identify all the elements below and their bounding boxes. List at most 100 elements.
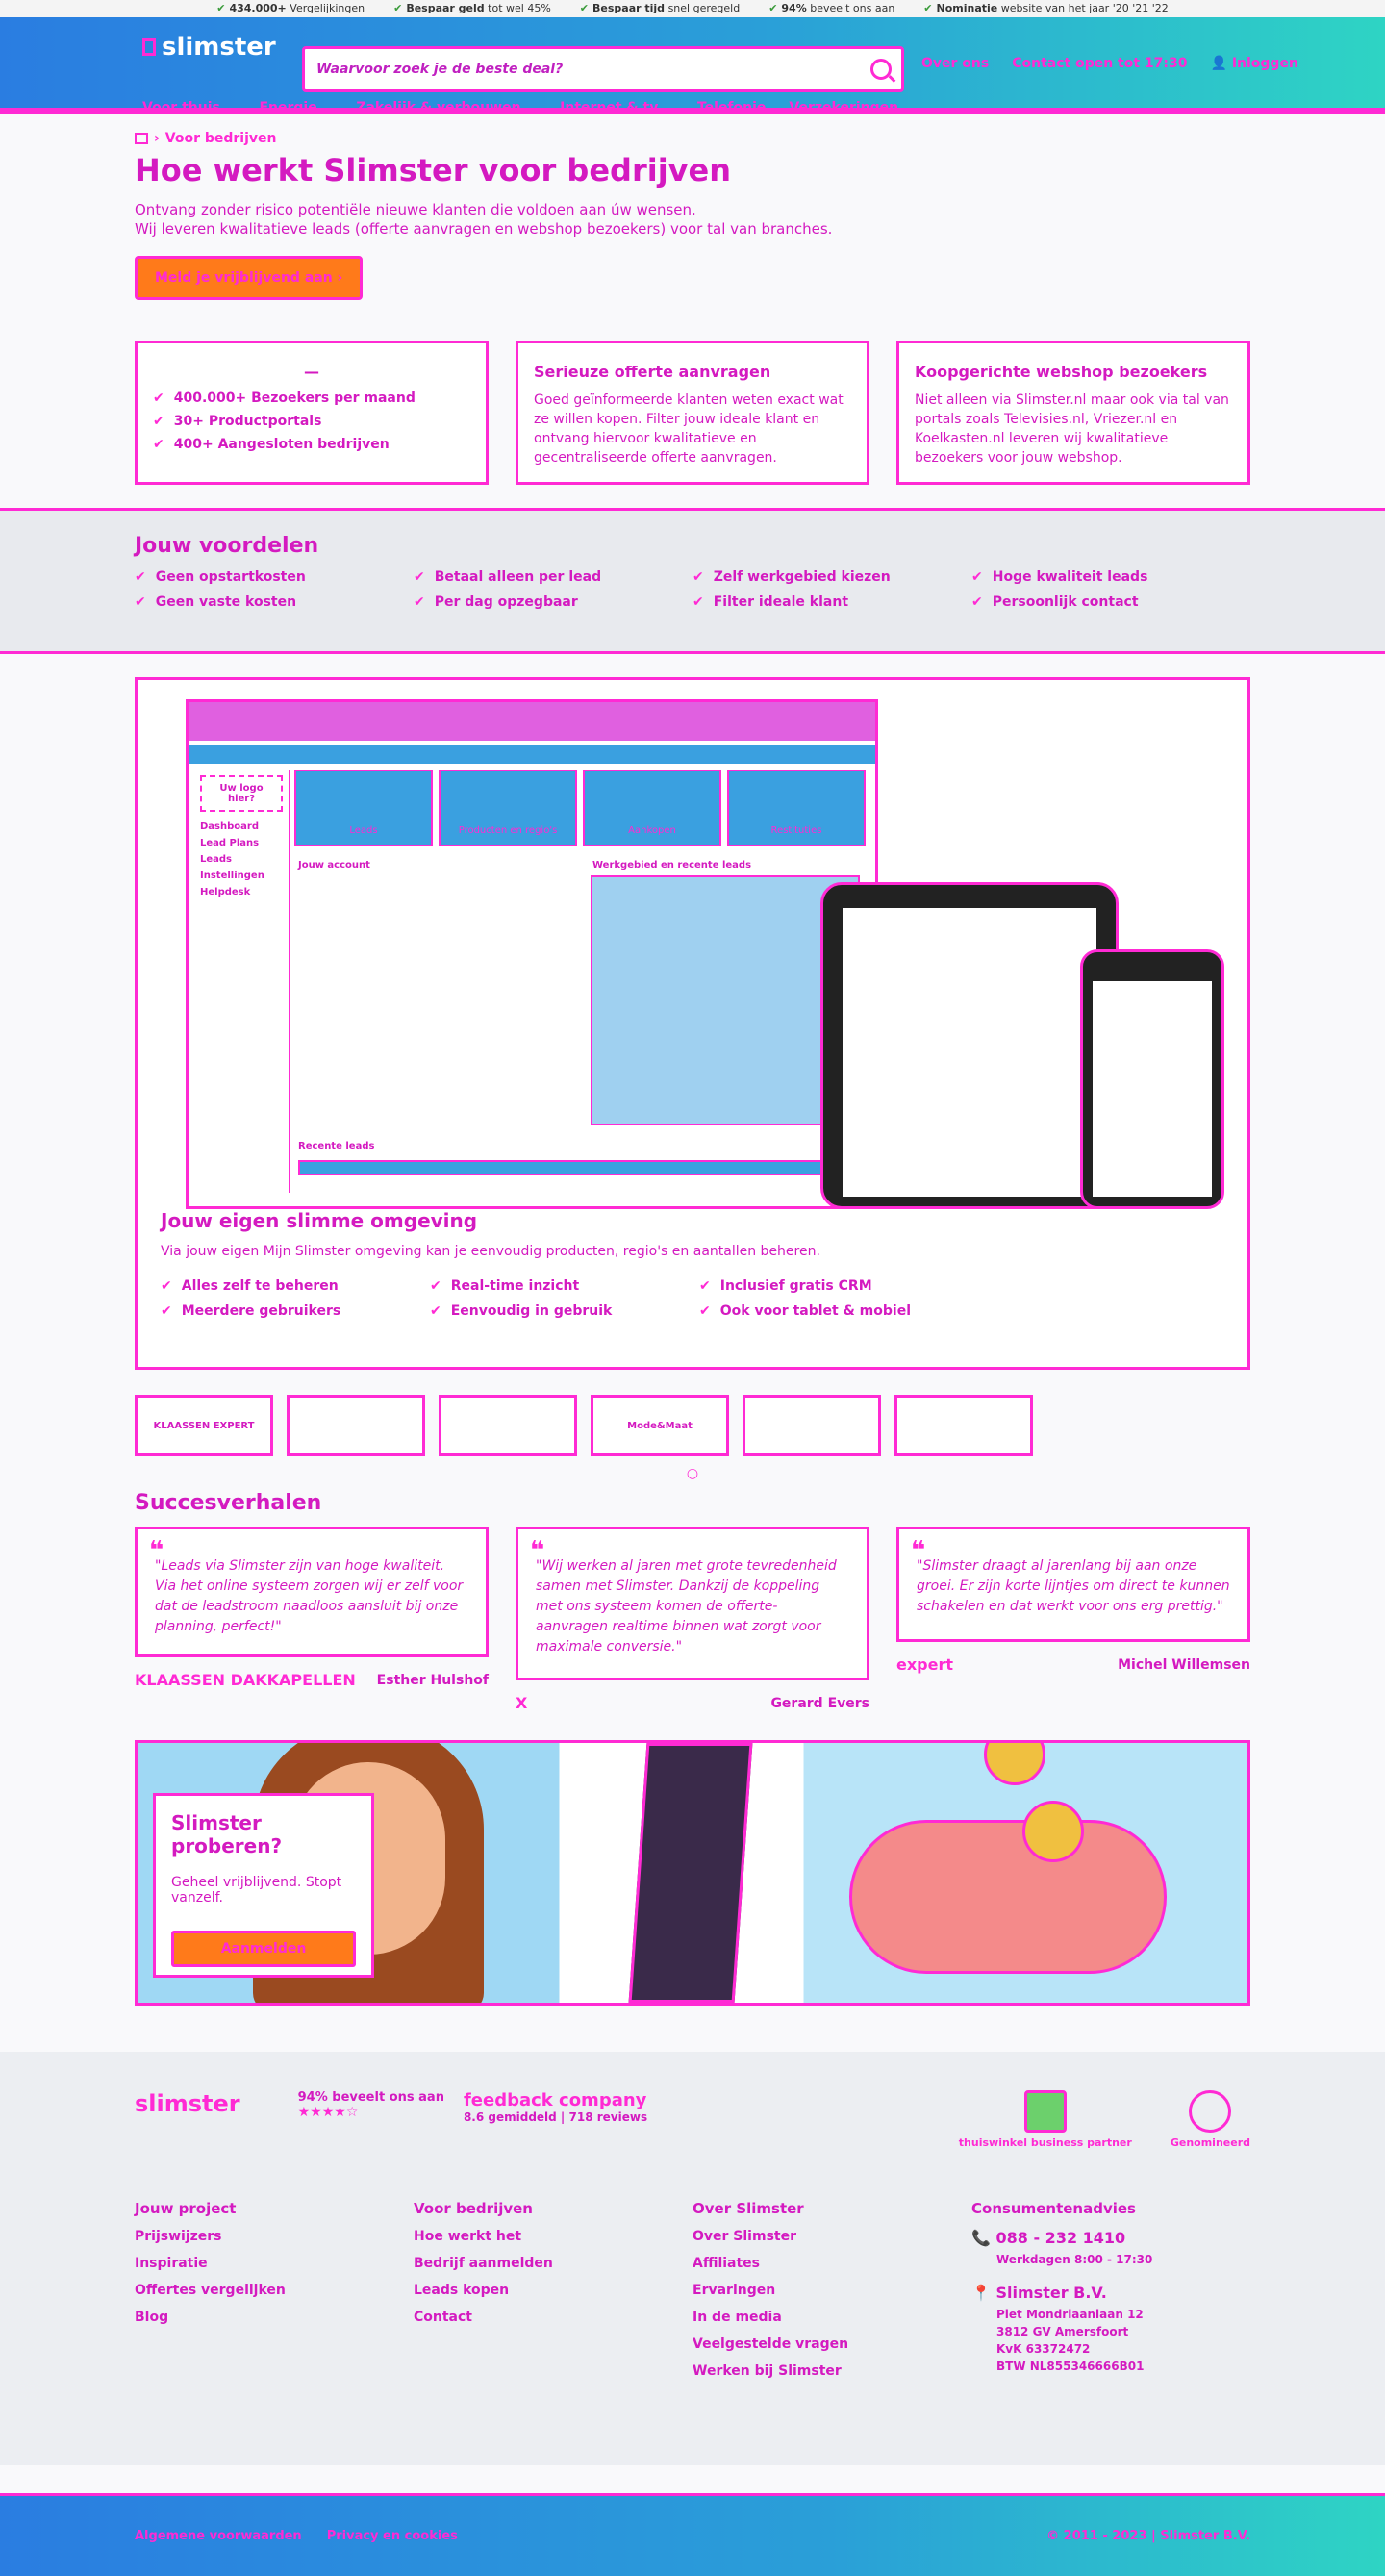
thuiswinkel-icon: [1023, 2090, 1067, 2133]
check-icon: ✔: [923, 2, 933, 14]
benefit-item: Geen vaste kosten: [135, 594, 414, 610]
stat-item: 400.000+ Bezoekers per maand: [153, 391, 470, 406]
tile: Aankopen: [583, 770, 721, 846]
device-mockups: Uw logo hier? Dashboard Lead Plans Leads…: [176, 699, 1234, 1219]
desktop-mockup: Uw logo hier? Dashboard Lead Plans Leads…: [186, 699, 878, 1209]
check-icon: ✔: [768, 2, 778, 14]
logo-placeholder: Uw logo hier?: [200, 775, 283, 812]
story-author: KLAASSEN DAKKAPELLEN Esther Hulshof: [135, 1671, 489, 1689]
check-icon: ✔: [393, 2, 403, 14]
footer-link[interactable]: Prijswijzers: [135, 2229, 414, 2244]
phone-number[interactable]: 📞 088 - 232 1410: [971, 2229, 1250, 2247]
map-image: [591, 875, 860, 1125]
footer-link[interactable]: Werken bij Slimster: [692, 2363, 971, 2379]
footer-link[interactable]: Affiliates: [692, 2256, 971, 2271]
browser-chrome: [189, 702, 875, 741]
env-feature: Ook voor tablet & mobiel: [699, 1303, 969, 1319]
nav-telefonie[interactable]: Telefonie: [697, 100, 766, 115]
partner-logo: [439, 1395, 577, 1456]
benefit-item: Persoonlijk contact: [971, 594, 1250, 610]
app-topbar: [189, 745, 875, 764]
footer-link[interactable]: Inspiratie: [135, 2256, 414, 2271]
footer-link[interactable]: Bedrijf aanmelden: [414, 2256, 692, 2271]
nav-internet[interactable]: Internet & tv ⌄: [560, 100, 674, 115]
usp-item: ✔ 434.000+ Vergelijkingen: [216, 2, 365, 14]
phone-screen: [1093, 981, 1212, 1197]
try-banner: Slimster proberen? Geheel vrijblijvend. …: [135, 1740, 1250, 2006]
breadcrumb: › Voor bedrijven: [135, 131, 1250, 146]
app-sidebar: Uw logo hier? Dashboard Lead Plans Leads…: [194, 770, 290, 1193]
nav-zakelijk[interactable]: Zakelijk & verbouwen ⌄: [356, 100, 537, 115]
search-input[interactable]: [305, 49, 844, 89]
story-card: ❝ "Slimster draagt al jarenlang bij aan …: [896, 1527, 1250, 1719]
footer-col-contact: Consumentenadvies 📞 088 - 232 1410 Werkd…: [971, 2200, 1250, 2390]
footer-col-business: Voor bedrijven Hoe werkt het Bedrijf aan…: [414, 2200, 692, 2390]
address-line: KvK 63372472: [996, 2342, 1091, 2356]
footer-link[interactable]: Veelgestelde vragen: [692, 2336, 971, 2352]
home-icon[interactable]: [135, 133, 148, 144]
side-item: Dashboard: [200, 821, 259, 832]
partner-logo: [894, 1395, 1033, 1456]
footer-link[interactable]: Ervaringen: [692, 2283, 971, 2298]
footer-link[interactable]: Blog: [135, 2310, 414, 2325]
tablet-mockup: [820, 882, 1119, 1209]
footer-link[interactable]: In de media: [692, 2310, 971, 2325]
story-quote: "Slimster draagt al jarenlang bij aan on…: [917, 1558, 1230, 1614]
usp-item: ✔ Bespaar tijd snel geregeld: [579, 2, 741, 14]
header-links: Over ons Contact open tot 17:30 👤 Inlogg…: [921, 56, 1298, 71]
usp-item: ✔ Nominatie website van het jaar '20 '21 …: [923, 2, 1169, 14]
try-signup-button[interactable]: Aanmelden: [171, 1931, 356, 1967]
card-title: —: [304, 363, 319, 381]
quote-requests-card: Serieuze offerte aanvragen Goed geïnform…: [516, 341, 869, 485]
nav-thuis[interactable]: Voor thuis ⌄: [142, 100, 236, 115]
company-logo: KLAASSEN DAKKAPELLEN: [135, 1671, 356, 1689]
site-footer: slimster 94% beveelt ons aan ★★★★☆ feedb…: [0, 2052, 1385, 2465]
webshop-visitors-card: Koopgerichte webshop bezoekers Niet alle…: [896, 341, 1250, 485]
benefits-section: Jouw voordelen Geen opstartkosten Betaal…: [0, 508, 1385, 654]
euro-coin-icon: [1022, 1801, 1084, 1862]
site-logo[interactable]: slimster: [142, 33, 276, 62]
footer-col-title: Jouw project: [135, 2200, 237, 2217]
quote-icon: ❝: [911, 1536, 926, 1565]
card-text: Niet alleen via Slimster.nl maar ook via…: [915, 392, 1229, 466]
award-icon: [1189, 2090, 1232, 2133]
search-icon[interactable]: [870, 59, 892, 80]
signup-button[interactable]: Meld je vrijblijvend aan ›: [135, 256, 364, 300]
footer-link[interactable]: Over Slimster: [692, 2229, 971, 2244]
quote-icon: ❝: [530, 1536, 545, 1565]
contact-link[interactable]: Contact open tot 17:30: [1012, 56, 1187, 71]
privacy-link[interactable]: Privacy en cookies: [327, 2529, 458, 2543]
story-author: expert Michel Willemsen: [896, 1655, 1250, 1674]
breadcrumb-current[interactable]: Voor bedrijven: [165, 131, 277, 146]
env-feature: Alles zelf te beheren: [161, 1278, 430, 1294]
hero-line-1: Ontvang zonder risico potentiële nieuwe …: [135, 201, 696, 218]
footer-logo[interactable]: slimster: [135, 2090, 240, 2117]
address-line: 3812 GV Amersfoort: [996, 2325, 1129, 2338]
login-link[interactable]: 👤 Inloggen: [1211, 56, 1298, 71]
rating-stars: ★★★★☆: [297, 2105, 359, 2120]
story-author: X Gerard Evers: [516, 1694, 869, 1712]
footer-link[interactable]: Hoe werkt het: [414, 2229, 692, 2244]
footer-link[interactable]: Offertes vergelijken: [135, 2283, 414, 2298]
footer-col-title: Voor bedrijven: [414, 2200, 533, 2217]
try-box: Slimster proberen? Geheel vrijblijvend. …: [153, 1793, 374, 1978]
nav-energie[interactable]: Energie ⌄: [259, 100, 333, 115]
story-quote-box: ❝ "Leads via Slimster zijn van hoge kwal…: [135, 1527, 489, 1657]
stat-item: 30+ Productportals: [153, 414, 470, 429]
side-item: Leads: [200, 854, 233, 865]
carousel-dot[interactable]: ○: [135, 1466, 1250, 1481]
footer-link[interactable]: Contact: [414, 2310, 692, 2325]
check-icon: ✔: [579, 2, 590, 14]
side-item: Lead Plans: [200, 838, 260, 848]
phone-icon: 📞: [971, 2229, 991, 2247]
app-tiles: Leads Producten en regio's Aankopen Rest…: [294, 770, 866, 846]
feedback-company-logo[interactable]: feedback company: [464, 2090, 647, 2110]
terms-link[interactable]: Algemene voorwaarden: [135, 2529, 302, 2543]
card-text: Goed geïnformeerde klanten weten exact w…: [534, 392, 844, 466]
footer-col-about: Over Slimster Over Slimster Affiliates E…: [692, 2200, 971, 2390]
nav-verzekeringen[interactable]: Verzekeringen: [789, 100, 898, 115]
footer-link[interactable]: Leads kopen: [414, 2283, 692, 2298]
about-link[interactable]: Over ons: [921, 56, 989, 71]
phone-mockup: [1080, 949, 1224, 1209]
opening-hours: Werkdagen 8:00 - 17:30: [996, 2253, 1153, 2266]
